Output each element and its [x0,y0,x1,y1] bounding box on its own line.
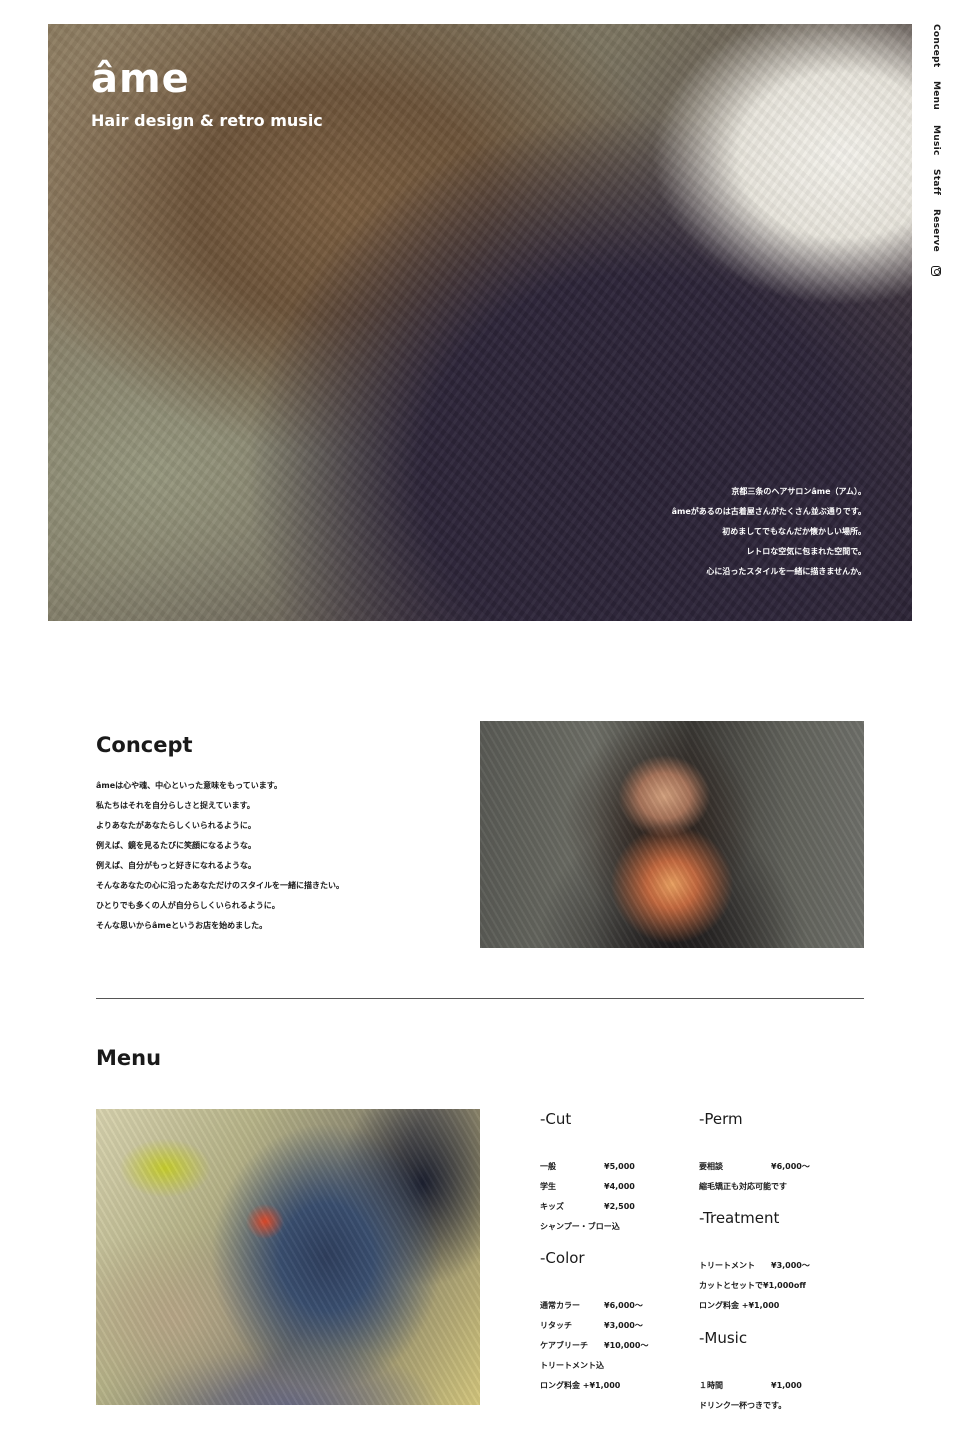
menu-item: 要相談 [699,1162,723,1171]
menu-row: 学生 ¥4,000 [540,1177,635,1197]
menu-cut: -Cut 一般 ¥5,000 学生 ¥4,000 キッズ ¥2,500 シャンプー・ブ… [540,1110,635,1237]
menu-color: -Color 通常カラー ¥6,000〜 リタッチ ¥3,000〜 ケアブリーチ ¥1… [540,1249,648,1396]
menu-note: ロング料金 +¥1,000 [540,1381,621,1390]
menu-title: Menu [96,1046,162,1070]
menu-row: 要相談 ¥6,000〜 [699,1157,810,1177]
hero-image: âme Hair design & retro music 京都三条のヘアサロン… [48,24,912,621]
hero-line: 心に沿ったスタイルを一緒に描きませんか。 [706,567,866,576]
menu-price: ¥1,000 [771,1381,802,1390]
menu-price: ¥4,000 [604,1182,635,1191]
menu-item: トリートメント [699,1261,755,1270]
nav-item-concept[interactable]: Concept [931,24,941,67]
menu-treatment: -Treatment トリートメント ¥3,000〜 カットとセットで¥1,000… [699,1209,810,1316]
nav-item-music[interactable]: Music [931,125,941,156]
menu-item: 一般 [540,1162,556,1171]
menu-item: リタッチ [540,1321,572,1330]
instagram-icon[interactable] [931,266,941,277]
menu-perm: -Perm 要相談 ¥6,000〜 縮毛矯正も対応可能です [699,1110,810,1197]
menu-heading-music: -Music [699,1329,748,1347]
menu-item: 学生 [540,1182,556,1191]
nav-item-staff[interactable]: Staff [931,169,941,195]
menu-item: キッズ [540,1202,564,1211]
menu-note: 縮毛矯正も対応可能です [699,1182,787,1191]
menu-item: ケアブリーチ [540,1341,588,1350]
side-nav: Concept Menu Music Staff Reserve [926,24,946,277]
menu-image-texture [96,1109,480,1405]
menu-row: 一般 ¥5,000 [540,1157,635,1177]
site-logo[interactable]: âme [91,56,190,102]
concept-line: よりあなたがあなたらしくいられるように。 [96,821,256,830]
nav-item-reserve[interactable]: Reserve [931,209,941,252]
concept-line: 私たちはそれを自分らしさと捉えています。 [96,801,255,810]
concept-line: ひとりでも多くの人が自分らしくいられるように。 [96,901,280,910]
menu-price: ¥3,000〜 [771,1261,810,1270]
menu-item: 通常カラー [540,1301,580,1310]
menu-row: １時間 ¥1,000 [699,1376,802,1396]
concept-line: âmeは心や魂、中心といった意味をもっています。 [96,781,282,790]
section-divider [96,998,864,999]
concept-line: 例えば、鏡を見るたびに笑顔になるような。 [96,841,256,850]
hero-line: 京都三条のヘアサロンâme（アム）。 [731,487,866,496]
menu-price: ¥2,500 [604,1202,635,1211]
menu-note: トリートメント込 [540,1361,604,1370]
menu-price: ¥6,000〜 [604,1301,643,1310]
concept-image-texture [480,721,864,948]
menu-price: ¥10,000〜 [604,1341,649,1350]
menu-row: トリートメント ¥3,000〜 [699,1256,810,1276]
hero-line: âmeがあるのは古着屋さんがたくさん並ぶ通りです。 [671,507,866,516]
menu-music: -Music １時間 ¥1,000 ドリンク一杯つきです。 [699,1329,802,1416]
menu-item: １時間 [699,1381,723,1390]
menu-row: リタッチ ¥3,000〜 [540,1316,648,1336]
menu-price: ¥5,000 [604,1162,635,1171]
menu-heading-color: -Color [540,1249,585,1267]
hero-intro-text: 京都三条のヘアサロンâme（アム）。 âmeがあるのは古着屋さんがたくさん並ぶ通… [672,482,866,582]
menu-note: シャンプー・ブロー込 [540,1222,620,1231]
menu-row: キッズ ¥2,500 [540,1197,635,1217]
menu-heading-perm: -Perm [699,1110,743,1128]
nav-item-menu[interactable]: Menu [931,81,941,110]
menu-image [96,1109,480,1405]
menu-heading-treatment: -Treatment [699,1209,780,1227]
menu-price: ¥3,000〜 [604,1321,643,1330]
concept-line: そんな思いからâmeというお店を始めました。 [96,921,268,930]
concept-text: âmeは心や魂、中心といった意味をもっています。 私たちはそれを自分らしさと捉え… [96,776,344,936]
site-tagline: Hair design & retro music [91,111,323,130]
menu-row: 通常カラー ¥6,000〜 [540,1296,648,1316]
menu-row: ケアブリーチ ¥10,000〜 [540,1336,648,1356]
hero-line: 初めましてでもなんだか懐かしい場所。 [722,527,866,536]
hero-line: レトロな空気に包まれた空間で。 [746,547,866,556]
concept-line: 例えば、自分がもっと好きになれるような。 [96,861,256,870]
concept-image [480,721,864,948]
menu-heading-cut: -Cut [540,1110,572,1128]
menu-note: ドリンク一杯つきです。 [699,1401,787,1410]
menu-note: ロング料金 +¥1,000 [699,1301,780,1310]
concept-line: そんなあなたの心に沿ったあなただけのスタイルを一緒に描きたい。 [96,881,344,890]
menu-note: カットとセットで¥1,000off [699,1281,806,1290]
menu-price: ¥6,000〜 [771,1162,810,1171]
concept-title: Concept [96,733,193,757]
